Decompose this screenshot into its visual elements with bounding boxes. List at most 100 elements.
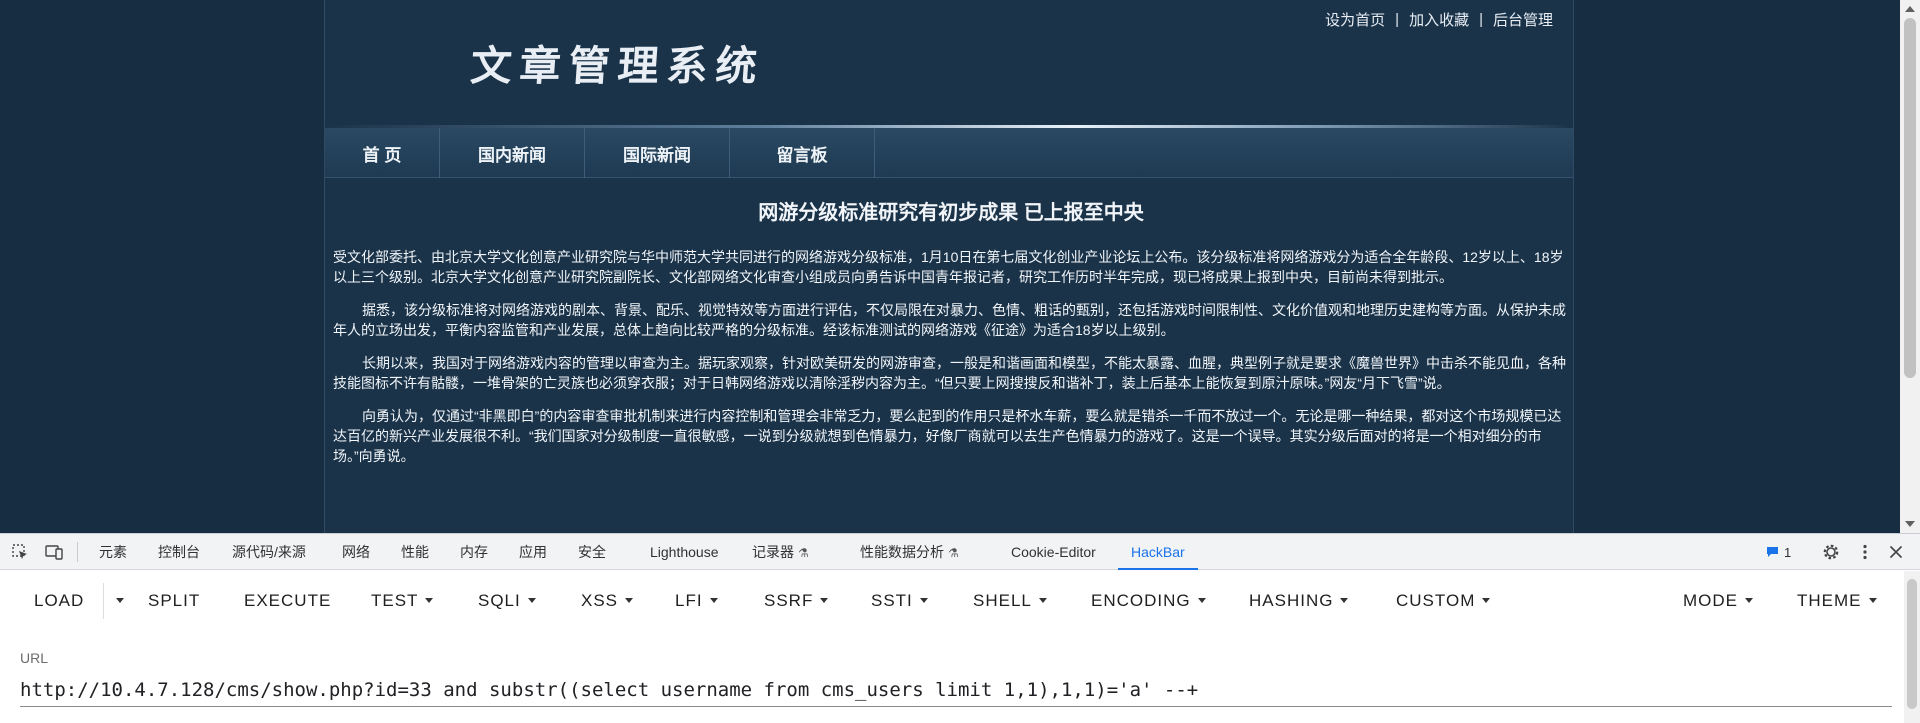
chevron-down-icon	[1197, 597, 1206, 603]
issues-count: 1	[1784, 544, 1792, 560]
devtools-scrollbar-thumb[interactable]	[1907, 579, 1917, 709]
tab-performance-insights-label: 性能数据分析	[860, 544, 944, 560]
nav-item-home[interactable]: 首 页	[325, 128, 440, 178]
nav-item-guestbook[interactable]: 留言板	[730, 128, 875, 178]
sqli-menu[interactable]: SQLI	[478, 571, 536, 631]
tab-recorder-label: 记录器	[752, 544, 794, 560]
article-title: 网游分级标准研究有初步成果 已上报至中央	[758, 202, 1144, 224]
ssrf-menu[interactable]: SSRF	[764, 571, 829, 631]
article-paragraph: 向勇认为，仅通过“非黑即白”的内容审查审批机制来进行内容控制和管理会非常乏力，要…	[333, 408, 1562, 464]
page-scrollbar[interactable]	[1900, 0, 1920, 533]
article: 网游分级标准研究有初步成果 已上报至中央 受文化部委托、由北京大学文化创意产业研…	[333, 196, 1569, 479]
close-icon[interactable]	[1887, 543, 1905, 561]
lfi-menu-label: LFI	[675, 591, 703, 610]
xss-menu-label: XSS	[581, 591, 619, 610]
chevron-down-icon	[1745, 597, 1753, 603]
hashing-menu-label: HASHING	[1249, 591, 1334, 610]
xss-menu[interactable]: XSS	[581, 571, 634, 631]
tab-performance-insights[interactable]: 性能数据分析 ⚗	[860, 534, 959, 570]
tab-elements[interactable]: 元素	[99, 534, 127, 570]
shell-menu[interactable]: SHELL	[973, 571, 1047, 631]
scroll-down-icon[interactable]	[1905, 521, 1915, 527]
mode-menu[interactable]: MODE	[1683, 571, 1753, 631]
chevron-down-icon	[709, 597, 718, 603]
load-divider	[103, 583, 104, 619]
url-label: URL	[20, 650, 49, 666]
article-paragraph: 受文化部委托、由北京大学文化创意产业研究院与华中师范大学共同进行的网络游戏分级标…	[333, 249, 1564, 285]
inspect-element-icon[interactable]	[11, 543, 29, 561]
site-logo: 文章管理系统	[469, 42, 767, 90]
ssrf-menu-label: SSRF	[764, 591, 814, 610]
load-menu-button[interactable]	[109, 571, 124, 631]
devtools-panel: 元素 控制台 源代码/来源 网络 性能 内存 应用 安全 Lighthouse …	[0, 533, 1920, 723]
tab-application[interactable]: 应用	[519, 534, 547, 570]
encoding-menu[interactable]: ENCODING	[1091, 571, 1206, 631]
custom-menu-label: CUSTOM	[1396, 591, 1476, 610]
webpage-viewport: 文章管理系统 设为首页 | 加入收藏 | 后台管理 首 页 国内新闻 国际新闻 …	[0, 0, 1920, 533]
main-nav: 首 页 国内新闻 国际新闻 留言板	[325, 128, 1573, 178]
device-toolbar-icon[interactable]	[45, 543, 63, 561]
devtools-scrollbar[interactable]	[1904, 571, 1920, 723]
ssti-menu-label: SSTI	[871, 591, 913, 610]
mode-menu-label: MODE	[1683, 591, 1738, 610]
load-button[interactable]: LOAD	[34, 571, 84, 631]
custom-menu[interactable]: CUSTOM	[1396, 571, 1491, 631]
nav-item-domestic-news[interactable]: 国内新闻	[440, 128, 585, 178]
split-button[interactable]: SPLIT	[148, 571, 200, 631]
chevron-down-icon	[1038, 597, 1047, 603]
chevron-down-icon	[1340, 597, 1349, 603]
link-separator: |	[1479, 11, 1483, 28]
hackbar-toolbar: LOAD SPLIT EXECUTE TEST SQLI XSS LFI SSR…	[0, 571, 1900, 631]
tab-console[interactable]: 控制台	[158, 534, 200, 570]
tab-performance[interactable]: 性能	[401, 534, 429, 570]
issues-counter[interactable]: 1	[1766, 543, 1791, 561]
devtools-tab-bar: 元素 控制台 源代码/来源 网络 性能 内存 应用 安全 Lighthouse …	[0, 534, 1920, 570]
ssti-menu[interactable]: SSTI	[871, 571, 928, 631]
site-container: 文章管理系统 设为首页 | 加入收藏 | 后台管理 首 页 国内新闻 国际新闻 …	[324, 0, 1574, 533]
add-favorite-link[interactable]: 加入收藏	[1409, 9, 1469, 30]
experiment-flask-icon: ⚗	[948, 546, 959, 560]
set-homepage-link[interactable]: 设为首页	[1325, 9, 1385, 30]
chevron-down-icon	[425, 597, 434, 603]
test-menu-label: TEST	[371, 591, 419, 610]
article-paragraph: 长期以来，我国对于网络游戏内容的管理以审查为主。据玩家观察，针对欧美研发的网游审…	[333, 355, 1566, 391]
tab-memory[interactable]: 内存	[460, 534, 488, 570]
site-header: 文章管理系统 设为首页 | 加入收藏 | 后台管理	[325, 0, 1573, 127]
message-icon	[1767, 547, 1778, 557]
test-menu[interactable]: TEST	[371, 571, 434, 631]
chevron-down-icon	[625, 597, 634, 603]
scroll-up-icon[interactable]	[1905, 6, 1915, 12]
tab-lighthouse[interactable]: Lighthouse	[650, 534, 719, 570]
top-links: 设为首页 | 加入收藏 | 后台管理	[1325, 9, 1553, 30]
article-paragraph: 据悉，该分级标准将对网络游戏的剧本、背景、配乐、视觉特效等方面进行评估，不仅局限…	[333, 302, 1566, 338]
chevron-down-icon	[820, 597, 829, 603]
tab-security[interactable]: 安全	[578, 534, 606, 570]
theme-menu-label: THEME	[1797, 591, 1862, 610]
tab-network[interactable]: 网络	[342, 534, 370, 570]
tab-hackbar[interactable]: HackBar	[1118, 534, 1198, 570]
shell-menu-label: SHELL	[973, 591, 1032, 610]
settings-gear-icon[interactable]	[1822, 543, 1840, 561]
nav-item-international-news[interactable]: 国际新闻	[585, 128, 730, 178]
link-separator: |	[1395, 11, 1400, 28]
theme-menu[interactable]: THEME	[1797, 571, 1877, 631]
tab-recorder[interactable]: 记录器 ⚗	[752, 534, 809, 570]
chevron-down-icon	[1868, 597, 1877, 603]
tab-sources[interactable]: 源代码/来源	[232, 534, 306, 570]
admin-link[interactable]: 后台管理	[1493, 9, 1553, 30]
execute-button[interactable]: EXECUTE	[244, 571, 331, 631]
chevron-down-icon	[919, 597, 928, 603]
chevron-down-icon	[1482, 597, 1491, 603]
chevron-down-icon	[527, 597, 536, 603]
lfi-menu[interactable]: LFI	[675, 571, 718, 631]
hashing-menu[interactable]: HASHING	[1249, 571, 1349, 631]
encoding-menu-label: ENCODING	[1091, 591, 1191, 610]
more-options-icon[interactable]	[1856, 543, 1874, 561]
sqli-menu-label: SQLI	[478, 591, 521, 610]
toolbar-divider	[77, 542, 78, 562]
url-input[interactable]	[20, 673, 1892, 707]
chevron-down-icon	[116, 597, 124, 603]
tab-cookie-editor[interactable]: Cookie-Editor	[1011, 534, 1096, 570]
experiment-flask-icon: ⚗	[798, 546, 809, 560]
page-scrollbar-thumb[interactable]	[1904, 18, 1916, 378]
